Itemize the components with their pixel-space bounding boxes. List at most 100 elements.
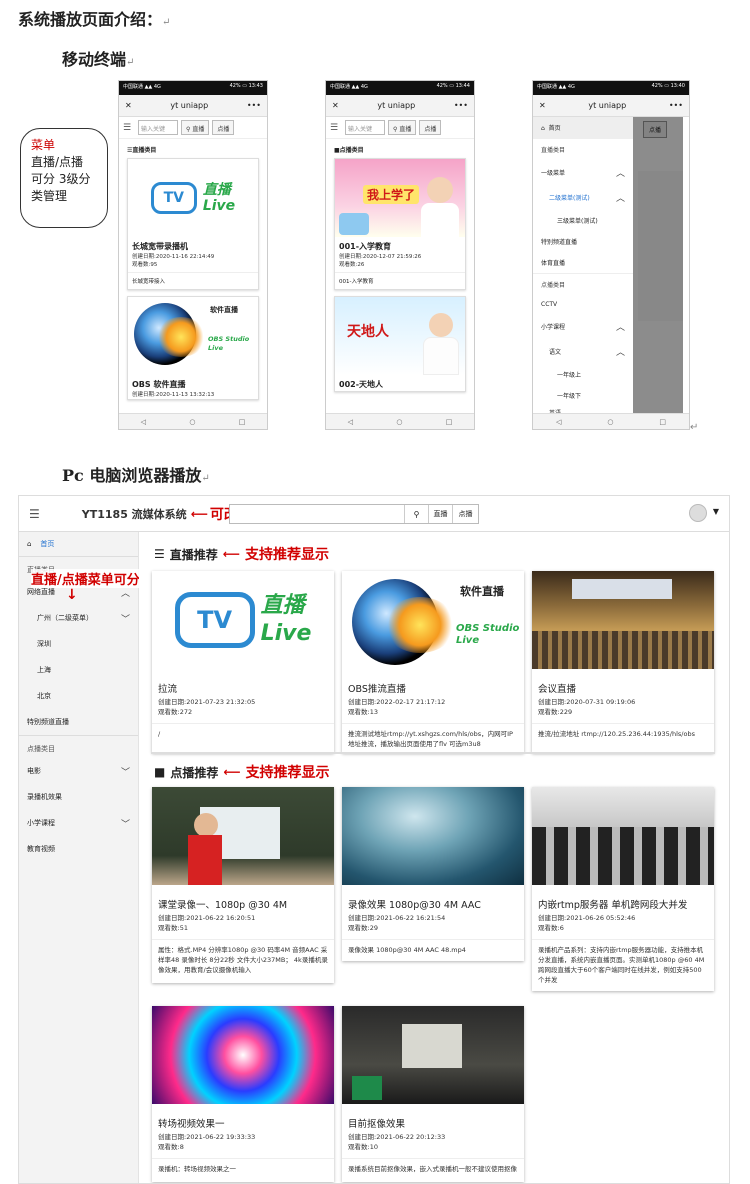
card-desc: 属性：格式.MP4 分辨率1080p @30 码率4M 音频AAC 采样率48 … (152, 939, 334, 983)
drawer-item-chinese[interactable]: 语文 ︿ (533, 339, 633, 364)
back-icon[interactable]: ◁ (141, 418, 146, 426)
search-icon[interactable]: ⚲ (404, 505, 428, 523)
live-button[interactable]: 直播 (428, 505, 452, 523)
video-card[interactable]: 课堂录像一、1080p @30 4M 创建日期:2021-06-22 16:20… (152, 787, 334, 983)
drawer-item-special[interactable]: 特别频道直播 (533, 231, 633, 252)
card-title: 目前抠像效果 (348, 1119, 406, 1130)
card-views: 观看数:8 (158, 1143, 184, 1151)
card-desc: 录播系统目前抠像效果，嵌入式录播机一般不建议使用抠像 (342, 1158, 524, 1182)
card-title: 长城宽带录播机 (132, 242, 188, 251)
avatar[interactable] (689, 504, 707, 522)
arrow-down-icon: ↓ (66, 587, 78, 603)
search-input[interactable]: 输入关键 (138, 120, 178, 135)
card-desc: 推流/拉流地址 rtmp://120.25.236.44:1935/hls/ob… (532, 723, 714, 753)
caret-down-icon[interactable]: ▼ (713, 507, 719, 516)
card-thumbnail: 我上学了 (335, 159, 465, 237)
drawer-item-g1b[interactable]: 一年级下 (533, 385, 633, 406)
card-desc: 推流测试地址rtmp://yt.xshgzs.com/hls/obs，内网可IP… (342, 723, 524, 753)
card-date: 创建日期:2021-07-23 21:32:05 (158, 698, 256, 706)
drawer-item-cctv[interactable]: CCTV (533, 295, 633, 314)
search-input[interactable]: 输入关键 (345, 120, 385, 135)
card-views: 观看数:10 (348, 1143, 378, 1151)
sidebar-item-primary[interactable]: 小学课程 ﹀ (19, 810, 138, 836)
chevron-up-icon: ︿ (615, 323, 625, 333)
drawer-item-home[interactable]: ⌂ 首页 (533, 117, 633, 138)
video-card[interactable]: TV 直播 Live 拉流 创建日期:2021-07-23 21:32:05 观看… (152, 571, 334, 753)
drawer-item-g1a[interactable]: 一年级上 (533, 364, 633, 385)
app-title: yt uniapp (170, 101, 209, 110)
tv-logo-icon: TV (174, 592, 255, 648)
menu-icon[interactable]: ☰ (330, 123, 342, 133)
menu-callout: 菜单 直播/点播 可分 3级分 类管理 (20, 128, 108, 228)
card-title: 拉流 (158, 684, 178, 695)
recents-icon[interactable]: □ (659, 418, 666, 426)
card-thumbnail: 天地人 (335, 297, 465, 375)
sidebar-section: 点播类目 (19, 735, 138, 758)
list-icon: ☰ (154, 547, 165, 561)
home-icon: ⌂ (541, 125, 545, 132)
card-title: 001-入学教育 (339, 242, 392, 251)
video-card[interactable]: TV 直播 Live 长城宽带录播机 创建日期:2020-11-16 22:14:… (127, 158, 259, 290)
card-views: 观看数:29 (348, 924, 378, 932)
live-button[interactable]: ⚲ 直播 (181, 120, 210, 135)
sidebar-item-recorder[interactable]: 录播机效果 (19, 784, 138, 810)
card-desc: / (152, 723, 334, 753)
video-card[interactable]: 转场视频效果一 创建日期:2021-06-22 19:33:33 观看数:8 录… (152, 1006, 334, 1182)
sidebar-item-shenzhen[interactable]: 深圳 (19, 631, 138, 657)
card-views: 观看数:272 (158, 708, 193, 716)
card-thumbnail (532, 787, 714, 885)
vod-button[interactable]: 点播 (212, 120, 235, 135)
back-icon[interactable]: ◁ (556, 418, 561, 426)
menu-icon[interactable]: ☰ (123, 123, 135, 133)
sidebar-item-edu[interactable]: 教育视频 (19, 836, 138, 862)
sidebar-item-home[interactable]: ⌂ 首页 (19, 532, 138, 556)
sidebar-item-movie[interactable]: 电影 ﹀ (19, 758, 138, 784)
card-views: 观看数:229 (538, 708, 573, 716)
live-button[interactable]: ⚲ 直播 (388, 120, 417, 135)
video-card[interactable]: 录像效果 1080p@30 4M AAC 创建日期:2021-06-22 16:… (342, 787, 524, 961)
card-date: 创建日期:2020-12-07 21:59:26 (339, 254, 422, 260)
recents-icon[interactable]: □ (239, 418, 246, 426)
vod-button[interactable]: 点播 (452, 505, 478, 523)
tv-logo-icon: TV (150, 182, 197, 214)
card-date: 创建日期:2021-06-22 16:21:54 (348, 914, 446, 922)
video-card[interactable]: 天地人 002-天地人 (334, 296, 466, 392)
recents-icon[interactable]: □ (446, 418, 453, 426)
home-icon[interactable]: ○ (189, 418, 195, 426)
drawer-item-level2[interactable]: 二级菜单(测试) ︿ (533, 185, 633, 210)
vod-button[interactable]: 点播 (419, 120, 442, 135)
card-date: 创建日期:2021-06-22 20:12:33 (348, 1133, 446, 1141)
video-card[interactable]: 软件直播 OBS Studio Live OBS 软件直播 创建日期:2020-… (127, 296, 259, 400)
video-card[interactable]: 目前抠像效果 创建日期:2021-06-22 20:12:33 观看数:10 录… (342, 1006, 524, 1182)
video-card[interactable]: 我上学了 001-入学教育 创建日期:2020-12-07 21:59:26 观… (334, 158, 466, 290)
video-card[interactable]: 内嵌rtmp服务器 单机跨网段大并发 创建日期:2021-06-26 05:52… (532, 787, 714, 991)
drawer-item-sports[interactable]: 体育直播 (533, 252, 633, 273)
close-icon[interactable]: ✕ (539, 101, 546, 110)
drawer-item-primary[interactable]: 小学课程 ︿ (533, 314, 633, 339)
drawer-overlay[interactable] (633, 117, 683, 413)
card-views: 观看数:6 (538, 924, 564, 932)
video-card[interactable]: 软件直播 OBS Studio Live OBS推流直播 创建日期:2022-0… (342, 571, 524, 753)
video-card[interactable]: 会议直播 创建日期:2020-07-31 09:19:06 观看数:229 推流… (532, 571, 714, 753)
more-icon[interactable]: ••• (669, 101, 683, 110)
more-icon[interactable]: ••• (247, 101, 261, 110)
drawer-item-level1[interactable]: 一级菜单 ︿ (533, 160, 633, 185)
close-icon[interactable]: ✕ (332, 101, 339, 110)
app-titlebar: ✕ yt uniapp ••• (533, 95, 689, 117)
sidebar-item-beijing[interactable]: 北京 (19, 683, 138, 709)
home-icon: ⌂ (27, 540, 32, 548)
search-input[interactable] (230, 505, 404, 523)
status-bar: 中国联通 ▲▲ 4G 42% ▭ 13:40 (533, 81, 689, 95)
more-icon[interactable]: ••• (454, 101, 468, 110)
card-title: OBS推流直播 (348, 684, 406, 695)
card-date: 创建日期:2020-11-13 13:32:13 (132, 392, 215, 398)
sidebar-item-shanghai[interactable]: 上海 (19, 657, 138, 683)
back-icon[interactable]: ◁ (348, 418, 353, 426)
menu-icon[interactable]: ☰ (29, 507, 40, 521)
close-icon[interactable]: ✕ (125, 101, 132, 110)
drawer-item-level3[interactable]: 三级菜单(测试) (533, 210, 633, 231)
sidebar-item-guangzhou[interactable]: 广州（二级菜单） ﹀ (19, 605, 138, 631)
home-icon[interactable]: ○ (607, 418, 613, 426)
sidebar-item-special[interactable]: 特别频道直播 (19, 709, 138, 735)
home-icon[interactable]: ○ (396, 418, 402, 426)
